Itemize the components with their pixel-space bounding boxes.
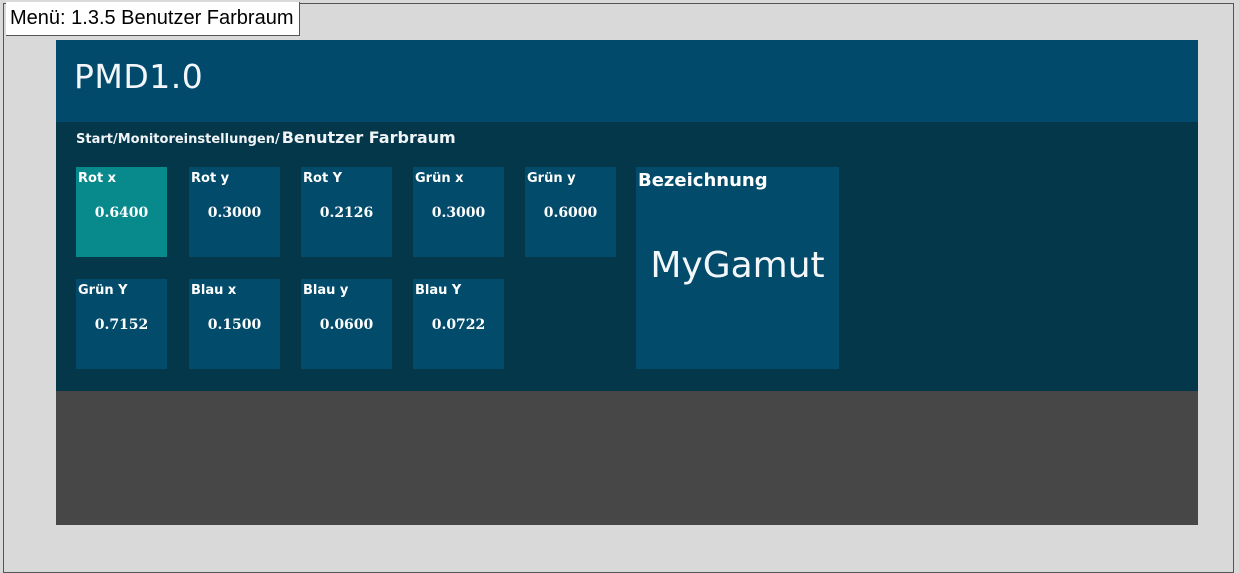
tile-value: 0.7152	[94, 317, 149, 333]
tile-label: Blau y	[303, 283, 349, 298]
tile-label: Blau x	[191, 283, 237, 298]
tile-rot-y[interactable]: Rot y 0.3000	[189, 167, 280, 257]
tile-blau-y[interactable]: Blau y 0.0600	[301, 279, 392, 369]
name-tile-heading: Bezeichnung	[638, 170, 768, 191]
tile-label: Rot x	[78, 171, 117, 186]
tile-label: Grün y	[527, 171, 576, 186]
device-screen: PMD1.0 Start/Monitoreinstellungen/Benutz…	[56, 40, 1198, 525]
menu-caption: Menü: 1.3.5 Benutzer Farbraum	[6, 2, 301, 36]
tile-value: 0.2126	[319, 205, 374, 221]
app-title: PMD1.0	[74, 57, 204, 96]
name-tile[interactable]: Bezeichnung MyGamut	[636, 167, 839, 369]
tile-value: 0.3000	[207, 205, 262, 221]
window-frame: Menü: 1.3.5 Benutzer Farbraum PMD1.0 Sta…	[3, 2, 1234, 573]
tile-blau-luminance[interactable]: Blau Y 0.0722	[413, 279, 504, 369]
content-panel: Start/Monitoreinstellungen/Benutzer Farb…	[56, 122, 1198, 391]
breadcrumb-path[interactable]: Start/Monitoreinstellungen/	[76, 132, 280, 147]
tile-gruen-luminance[interactable]: Grün Y 0.7152	[76, 279, 167, 369]
tile-label: Rot Y	[303, 171, 343, 186]
tile-value: 0.6000	[543, 205, 598, 221]
tile-label: Blau Y	[415, 283, 462, 298]
tile-value: 0.1500	[207, 317, 262, 333]
tile-rot-x[interactable]: Rot x 0.6400	[76, 167, 167, 257]
name-tile-value: MyGamut	[650, 245, 825, 286]
app-header: PMD1.0	[56, 40, 1198, 122]
tile-value: 0.0600	[319, 317, 374, 333]
breadcrumb: Start/Monitoreinstellungen/Benutzer Farb…	[76, 128, 456, 147]
tile-gruen-x[interactable]: Grün x 0.3000	[413, 167, 504, 257]
tile-blau-x[interactable]: Blau x 0.1500	[189, 279, 280, 369]
tile-value: 0.0722	[431, 317, 486, 333]
tile-rot-luminance[interactable]: Rot Y 0.2126	[301, 167, 392, 257]
breadcrumb-current: Benutzer Farbraum	[281, 128, 456, 147]
tile-value: 0.3000	[431, 205, 486, 221]
tile-label: Grün Y	[78, 283, 128, 298]
tile-label: Rot y	[191, 171, 230, 186]
tile-value: 0.6400	[94, 205, 149, 221]
tile-gruen-y[interactable]: Grün y 0.6000	[525, 167, 616, 257]
tile-label: Grün x	[415, 171, 464, 186]
